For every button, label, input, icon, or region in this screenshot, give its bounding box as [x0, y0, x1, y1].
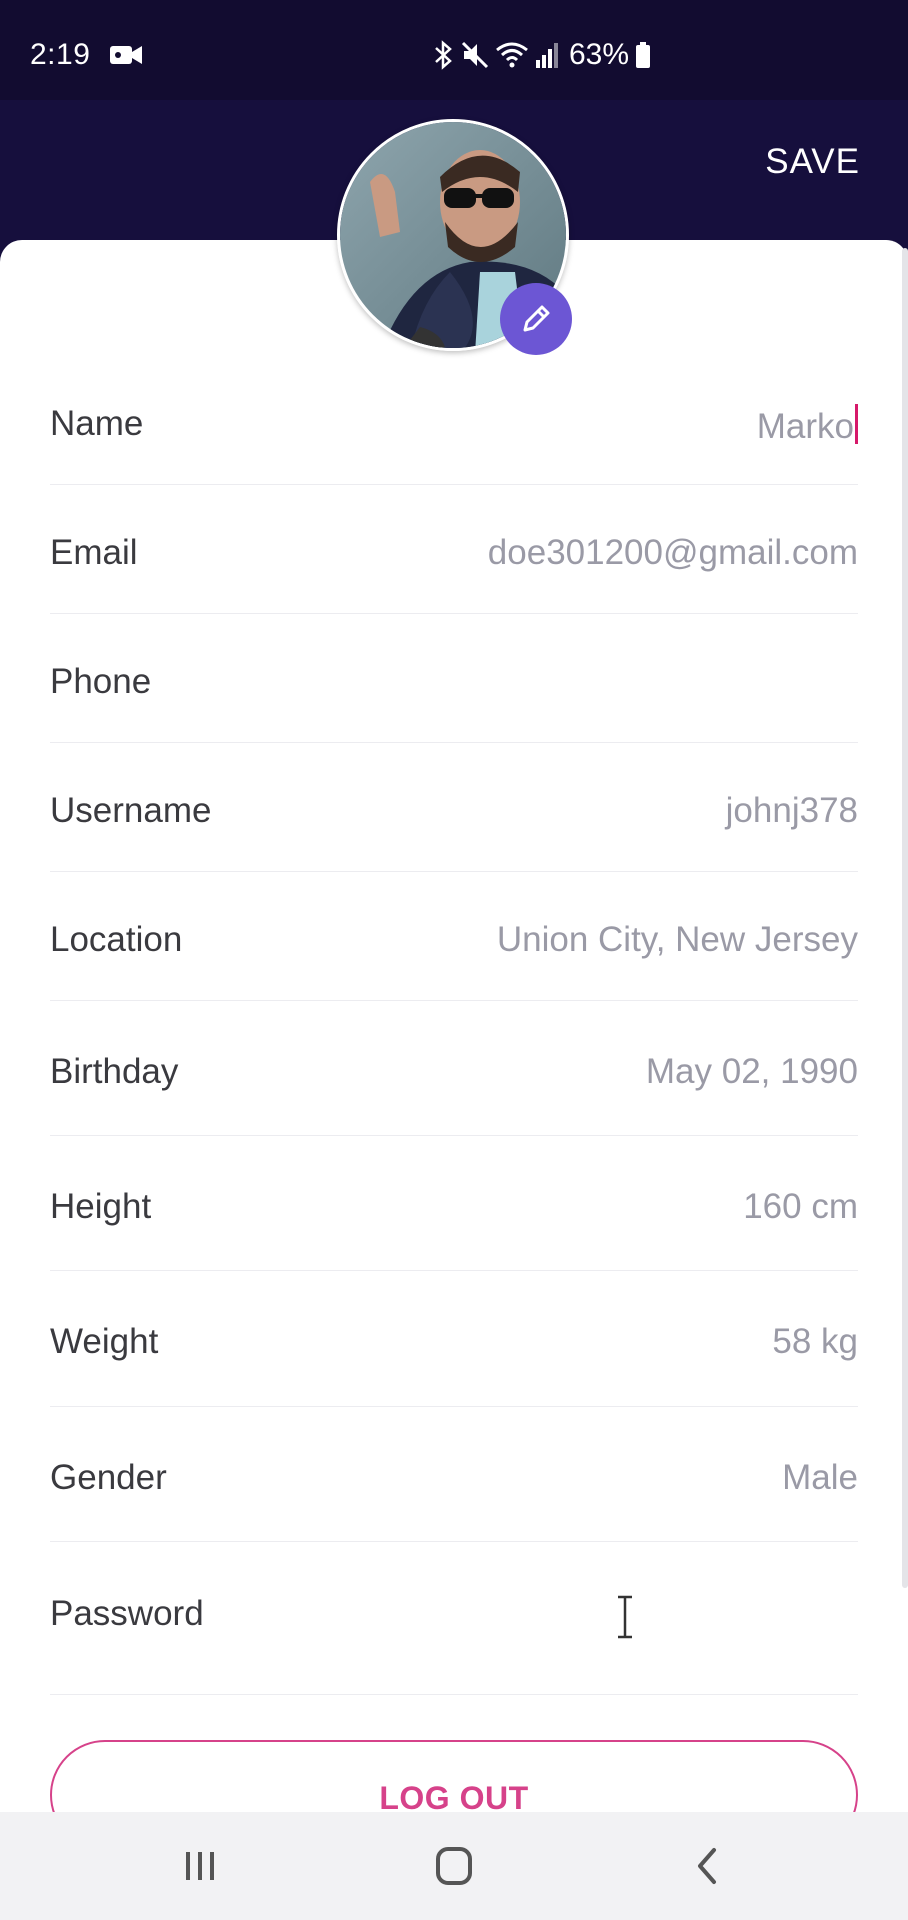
- back-icon[interactable]: [678, 1842, 738, 1890]
- edit-avatar-button[interactable]: [500, 283, 572, 355]
- password-label: Password: [50, 1594, 204, 1633]
- height-label: Height: [50, 1187, 152, 1226]
- scrollbar[interactable]: [902, 248, 908, 1588]
- status-icons: 63%: [433, 38, 651, 72]
- username-row[interactable]: Username johnj378: [50, 743, 858, 872]
- name-row[interactable]: Name Marko: [50, 360, 858, 485]
- email-label: Email: [50, 533, 138, 572]
- text-cursor: [855, 404, 858, 444]
- battery-icon: [636, 42, 651, 68]
- signal-icon: [536, 43, 558, 68]
- height-row[interactable]: Height 160 cm: [50, 1136, 858, 1271]
- status-time: 2:19: [30, 38, 91, 71]
- home-icon[interactable]: [424, 1842, 484, 1890]
- weight-label: Weight: [50, 1322, 159, 1361]
- username-field[interactable]: johnj378: [726, 791, 858, 831]
- status-bar: 2:19 63%: [0, 0, 908, 100]
- password-row[interactable]: Password: [50, 1542, 858, 1695]
- text-cursor-icon: [618, 1595, 632, 1639]
- name-field[interactable]: Marko: [757, 404, 858, 447]
- gender-field[interactable]: Male: [782, 1458, 858, 1498]
- bluetooth-icon: [435, 40, 452, 70]
- location-label: Location: [50, 920, 183, 959]
- birthday-row[interactable]: Birthday May 02, 1990: [50, 1001, 858, 1136]
- weight-row[interactable]: Weight 58 kg: [50, 1271, 858, 1407]
- username-label: Username: [50, 791, 212, 830]
- birthday-label: Birthday: [50, 1052, 179, 1091]
- location-field[interactable]: Union City, New Jersey: [497, 920, 858, 960]
- recent-apps-icon[interactable]: [170, 1842, 230, 1890]
- name-label: Name: [50, 404, 144, 443]
- mute-icon: [461, 41, 489, 69]
- save-button[interactable]: SAVE: [765, 142, 860, 182]
- email-row[interactable]: Email doe301200@gmail.com: [50, 485, 858, 614]
- navigation-bar: [0, 1812, 908, 1920]
- phone-row[interactable]: Phone: [50, 614, 858, 743]
- gender-row[interactable]: Gender Male: [50, 1407, 858, 1542]
- wifi-icon: [496, 42, 528, 68]
- profile-fields: Name Marko Email doe301200@gmail.com Pho…: [50, 360, 858, 1695]
- phone-label: Phone: [50, 662, 152, 701]
- pencil-icon: [523, 305, 550, 332]
- height-field[interactable]: 160 cm: [743, 1187, 858, 1227]
- gender-label: Gender: [50, 1458, 167, 1497]
- location-row[interactable]: Location Union City, New Jersey: [50, 872, 858, 1001]
- battery-percent: 63%: [569, 38, 630, 71]
- profile-edit-screen: 2:19 63% SAVE Name Marko Email doe301200…: [0, 0, 908, 1920]
- email-field[interactable]: doe301200@gmail.com: [488, 533, 858, 573]
- birthday-field[interactable]: May 02, 1990: [646, 1052, 858, 1092]
- video-camera-icon: [110, 46, 142, 64]
- weight-field[interactable]: 58 kg: [772, 1322, 858, 1362]
